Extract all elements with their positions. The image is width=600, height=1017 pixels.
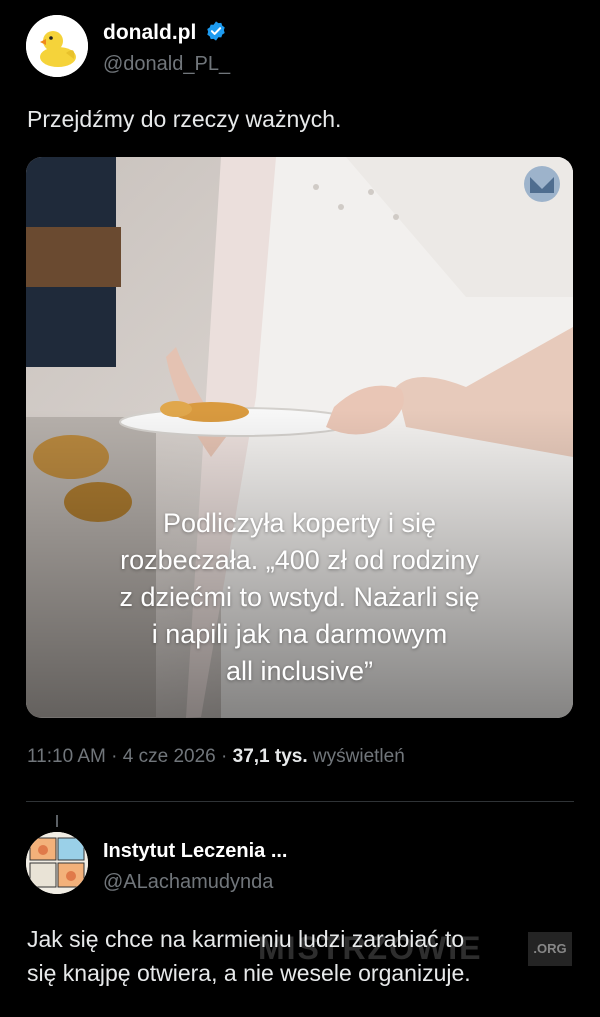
duck-icon [26, 15, 88, 77]
watermark: MISTRZOWIE [258, 930, 483, 966]
media-logo-icon [524, 166, 560, 202]
tweet-text: Przejdźmy do rzeczy ważnych. [27, 106, 342, 132]
author-name-text: donald.pl [103, 21, 197, 44]
meta-separator: · [111, 746, 118, 767]
reply-author-handle[interactable]: @ALachamudynda [103, 871, 273, 894]
author-handle[interactable]: @donald_PL_ [103, 53, 230, 76]
verified-badge-icon [207, 21, 225, 41]
watermark-suffix: .ORG [528, 932, 572, 966]
thread-line [56, 815, 58, 827]
views-count: 37,1 tys. [232, 746, 308, 767]
meta-separator-2: · [221, 746, 228, 767]
views-label: wyświetleń [312, 746, 405, 767]
media-caption: Podliczyła koperty i się rozbeczała. „40… [119, 508, 480, 686]
comic-avatar-icon [26, 832, 88, 894]
tweet-date[interactable]: 4 cze 2026 [123, 746, 216, 767]
reply-author-name[interactable]: Instytut Leczenia ... [103, 840, 287, 863]
divider [26, 801, 574, 802]
author-avatar[interactable] [26, 15, 88, 77]
author-name[interactable]: donald.pl [103, 20, 227, 45]
tweet-media-image[interactable]: Podliczyła koperty i się rozbeczała. „40… [26, 157, 573, 718]
tweet-metadata: 11:10 AM · 4 cze 2026 · 37,1 tys. wyświe… [27, 746, 405, 768]
reply-author-avatar[interactable] [26, 832, 88, 894]
tweet-time[interactable]: 11:10 AM [27, 746, 106, 767]
